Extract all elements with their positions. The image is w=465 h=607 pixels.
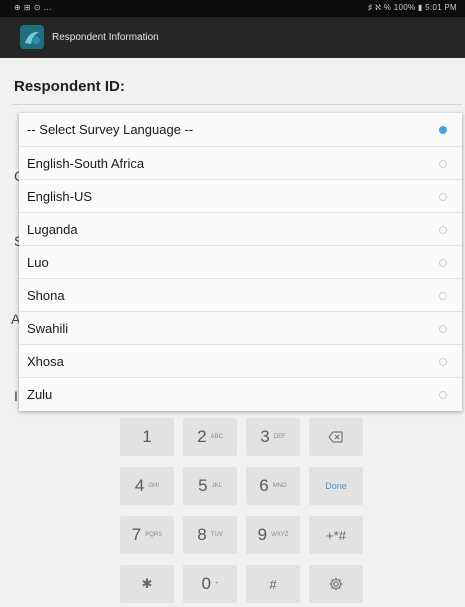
radio-icon[interactable] — [439, 357, 447, 366]
status-right: ♯ ℵ % 100% ▮ 5:01 PM — [368, 3, 457, 12]
key-1[interactable]: 1 — [120, 418, 174, 456]
language-option[interactable]: Shona — [19, 278, 462, 312]
radio-selected-icon[interactable] — [439, 125, 447, 134]
key-digit: 5 — [198, 476, 208, 495]
key-5[interactable]: 5 JKL — [183, 467, 237, 505]
survey-language-popup: -- Select Survey Language -- English-Sou… — [19, 113, 462, 411]
radio-icon[interactable] — [439, 390, 447, 399]
backspace-icon — [328, 431, 343, 443]
key-4[interactable]: 4 GHI — [120, 467, 174, 505]
action-bar: Respondent Information — [0, 17, 465, 58]
key-letters: TUV — [210, 532, 223, 538]
radio-icon[interactable] — [439, 258, 447, 267]
star-label: ✱ — [141, 576, 153, 591]
key-letters: ABC — [210, 434, 223, 440]
key-digit: 6 — [259, 476, 269, 495]
key-8[interactable]: 8 TUV — [183, 516, 237, 554]
language-option[interactable]: English-South Africa — [19, 146, 462, 180]
language-option-label: -- Select Survey Language -- — [27, 122, 194, 137]
language-option[interactable]: English-US — [19, 179, 462, 213]
radio-icon[interactable] — [439, 324, 447, 333]
backspace-key[interactable] — [309, 418, 363, 456]
radio-icon[interactable] — [439, 192, 447, 201]
hash-label: # — [269, 576, 277, 592]
language-option-label: Luo — [27, 255, 49, 270]
key-digit: 3 — [260, 427, 270, 446]
key-digit: 8 — [197, 525, 207, 544]
language-option[interactable]: Swahili — [19, 311, 462, 345]
key-9[interactable]: 9 WXYZ — [246, 516, 300, 554]
symbols-key[interactable]: +*# — [309, 516, 363, 554]
app-logo-icon[interactable] — [20, 25, 44, 49]
key-0[interactable]: 0 + — [183, 565, 237, 603]
key-letters: + — [214, 581, 219, 587]
key-digit: 9 — [257, 525, 268, 544]
language-option[interactable]: Luganda — [19, 212, 462, 246]
key-digit: 4 — [134, 476, 145, 495]
key-letters: PQRS — [145, 532, 163, 538]
gear-icon — [329, 577, 343, 591]
key-7[interactable]: 7 PQRS — [120, 516, 174, 554]
divider — [12, 104, 462, 105]
key-letters: WXYZ — [271, 532, 289, 538]
key-6[interactable]: 6 MNO — [246, 467, 300, 505]
key-digit: 7 — [131, 525, 142, 544]
language-option[interactable]: -- Select Survey Language -- — [19, 113, 462, 146]
language-option-label: Shona — [27, 288, 65, 303]
language-option[interactable]: Zulu — [19, 377, 462, 411]
language-option[interactable]: Luo — [19, 245, 462, 279]
language-option-label: English-South Africa — [27, 156, 145, 171]
language-option-label: Zulu — [27, 387, 53, 402]
key-digit: 1 — [142, 427, 152, 446]
screen-title: Respondent Information — [52, 32, 159, 43]
done-label: Done — [325, 481, 347, 491]
done-key[interactable]: Done — [309, 467, 363, 505]
symbols-label: +*# — [326, 527, 346, 543]
key-letters: GHI — [148, 483, 160, 489]
key-letters: DEF — [273, 434, 286, 440]
key-3[interactable]: 3 DEF — [246, 418, 300, 456]
language-option-label: Swahili — [27, 321, 69, 336]
respondent-id-label: Respondent ID: — [14, 78, 125, 95]
numeric-keypad: 1 2 ABC 3 DEF 4 GHI 5 JKL 6 MNO Done 7 P… — [120, 418, 364, 604]
key-2[interactable]: 2 ABC — [183, 418, 237, 456]
language-option-label: English-US — [27, 189, 93, 204]
hash-key[interactable]: # — [246, 565, 300, 603]
radio-icon[interactable] — [439, 291, 447, 300]
radio-icon[interactable] — [439, 159, 447, 168]
settings-key[interactable] — [309, 565, 363, 603]
language-option[interactable]: Xhosa — [19, 344, 462, 378]
language-option-label: Luganda — [27, 222, 78, 237]
status-left: ⊕ ⊞ ⊙ ... — [14, 3, 52, 12]
key-digit: 0 — [201, 574, 211, 593]
status-bar: ⊕ ⊞ ⊙ ... ♯ ℵ % 100% ▮ 5:01 PM — [0, 0, 465, 17]
radio-icon[interactable] — [439, 225, 447, 234]
hidden-field-label-i: I — [14, 388, 18, 404]
key-digit: 2 — [197, 427, 207, 446]
star-key[interactable]: ✱ — [120, 565, 174, 603]
language-option-label: Xhosa — [27, 354, 64, 369]
key-letters: JKL — [211, 483, 222, 489]
key-letters: MNO — [272, 483, 287, 489]
